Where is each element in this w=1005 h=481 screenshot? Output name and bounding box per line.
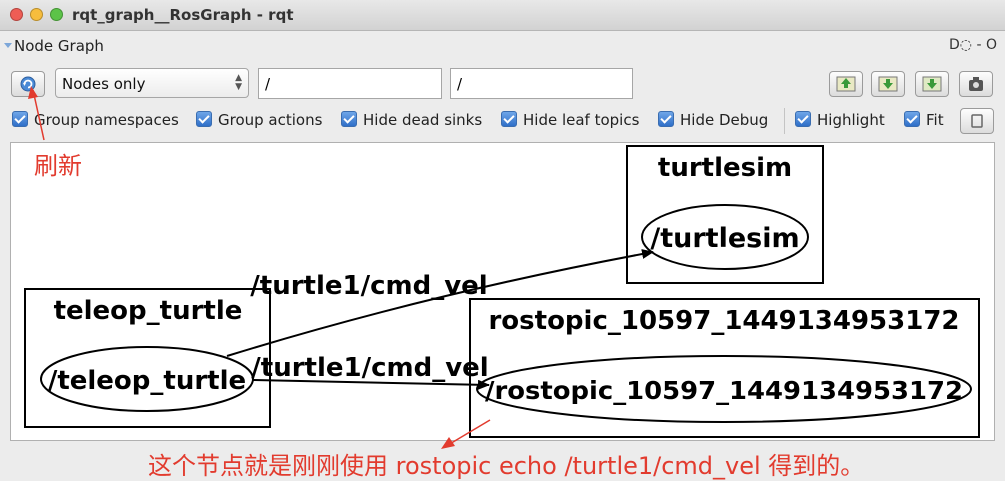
- save-image-button[interactable]: [915, 71, 949, 97]
- fit-icon: [971, 114, 983, 128]
- group-namespaces-checkbox[interactable]: Group namespaces: [12, 111, 179, 131]
- checkbox-checked-icon: [501, 111, 517, 127]
- plugin-window-controls[interactable]: D◌ - O: [949, 37, 997, 53]
- hide-debug-checkbox[interactable]: Hide Debug: [658, 111, 768, 131]
- screenshot-icon: [969, 77, 983, 91]
- edge-label-to-rostopic: /turtle1/cmd_vel: [251, 353, 488, 383]
- cluster-turtlesim-label: turtlesim: [658, 153, 792, 183]
- hide-dead-sinks-checkbox[interactable]: Hide dead sinks: [341, 111, 482, 131]
- group-actions-checkbox[interactable]: Group actions: [196, 111, 322, 131]
- hide-leaf-topics-label: Hide leaf topics: [523, 111, 640, 129]
- refresh-annotation: 刷新: [34, 152, 82, 180]
- screenshot-button[interactable]: [959, 71, 993, 97]
- checkbox-checked-icon: [12, 111, 28, 127]
- fit-checkbox[interactable]: Fit: [904, 111, 944, 131]
- checkbox-checked-icon: [904, 111, 920, 127]
- checkbox-checked-icon: [658, 111, 674, 127]
- load-dot-icon: [836, 76, 856, 92]
- toolbar-separator: [784, 108, 785, 134]
- topic-filter-field[interactable]: [451, 69, 632, 98]
- hide-debug-label: Hide Debug: [680, 111, 769, 129]
- select-arrows-icon: ▲ ▼: [235, 73, 242, 92]
- close-icon[interactable]: [10, 8, 23, 21]
- title-bar: rqt_graph__RosGraph - rqt: [0, 0, 1005, 31]
- graph-mode-value: Nodes only: [62, 75, 146, 93]
- checkbox-checked-icon: [795, 111, 811, 127]
- minimize-icon[interactable]: [30, 8, 43, 21]
- zoom-icon[interactable]: [50, 8, 63, 21]
- save-dot-icon: [878, 76, 898, 92]
- checkbox-checked-icon: [196, 111, 212, 127]
- node-annotation: 这个节点就是刚刚使用 rostopic echo /turtle1/cmd_ve…: [148, 452, 865, 480]
- group-namespaces-label: Group namespaces: [34, 111, 179, 129]
- save-dot-button[interactable]: [871, 71, 905, 97]
- graph-canvas[interactable]: turtlesim /turtlesim teleop_turtle /tele…: [10, 142, 995, 441]
- refresh-icon: [20, 76, 36, 92]
- group-actions-label: Group actions: [218, 111, 323, 129]
- graph-svg: turtlesim /turtlesim teleop_turtle /tele…: [24, 145, 980, 438]
- edge-label-to-turtlesim: /turtle1/cmd_vel: [250, 271, 487, 301]
- node-teleop-turtle-label: /teleop_turtle: [48, 366, 246, 396]
- highlight-label: Highlight: [817, 111, 885, 129]
- hide-dead-sinks-label: Hide dead sinks: [363, 111, 483, 129]
- graph-mode-select[interactable]: Nodes only ▲ ▼: [55, 68, 249, 98]
- highlight-checkbox[interactable]: Highlight: [795, 111, 885, 131]
- hide-leaf-topics-checkbox[interactable]: Hide leaf topics: [501, 111, 639, 131]
- fit-label: Fit: [926, 111, 944, 129]
- cluster-teleop-turtle-label: teleop_turtle: [54, 296, 243, 326]
- checkbox-checked-icon: [341, 111, 357, 127]
- namespace-filter-field[interactable]: [259, 69, 441, 98]
- load-dot-button[interactable]: [829, 71, 863, 97]
- topic-filter-input[interactable]: [450, 68, 633, 99]
- refresh-button[interactable]: [11, 71, 45, 97]
- save-image-icon: [922, 76, 942, 92]
- window-title: rqt_graph__RosGraph - rqt: [72, 6, 294, 24]
- namespace-filter-input[interactable]: [258, 68, 442, 99]
- plugin-title: Node Graph: [14, 37, 104, 55]
- fit-in-view-button[interactable]: [960, 108, 994, 134]
- collapse-arrow-icon[interactable]: [4, 43, 12, 48]
- cluster-rostopic-label: rostopic_10597_1449134953172: [488, 306, 959, 336]
- node-turtlesim-label: /turtlesim: [650, 223, 799, 254]
- edge-teleop-to-turtlesim[interactable]: [226, 249, 654, 357]
- node-rostopic-label: /rostopic_10597_1449134953172: [485, 376, 963, 405]
